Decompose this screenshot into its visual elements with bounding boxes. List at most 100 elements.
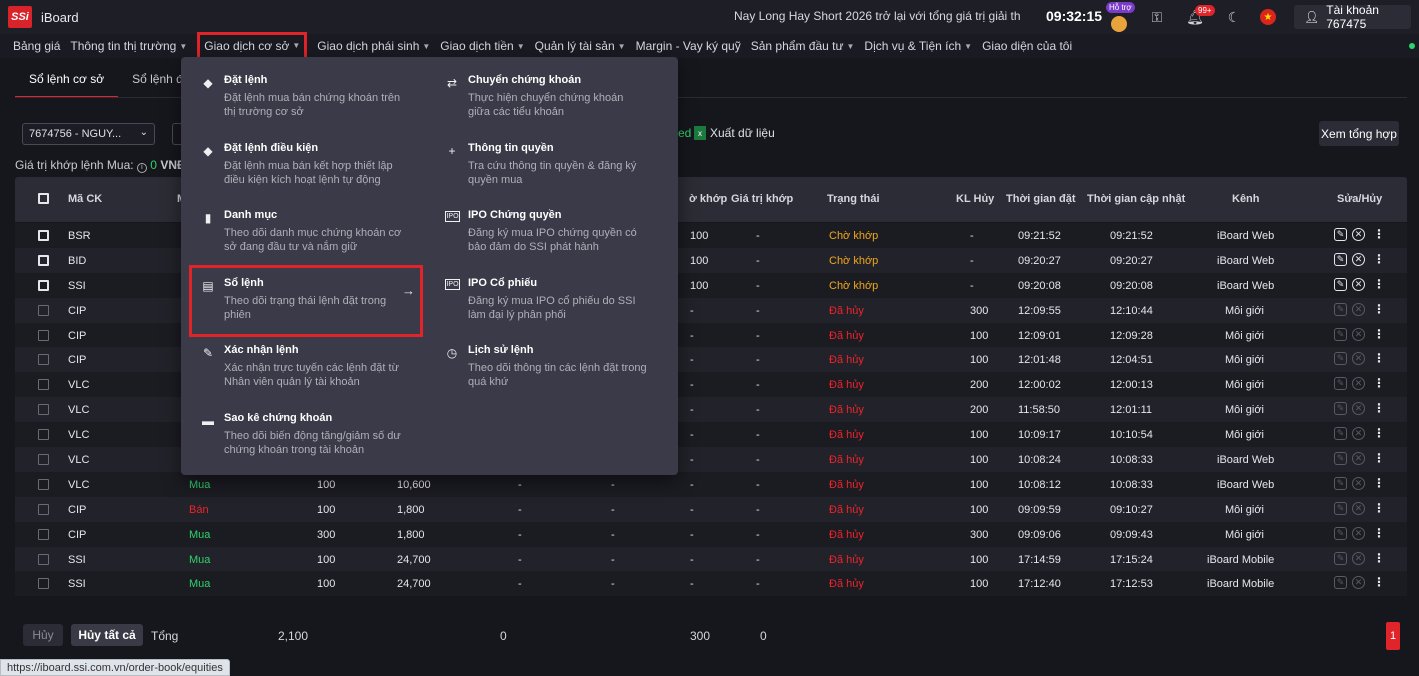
row-checkbox[interactable] xyxy=(38,279,49,291)
menu-item-place-order[interactable]: ◆ Đặt lệnh Đặt lệnh mua bán chứng khoán tr… xyxy=(201,74,431,122)
col-pending-qty[interactable]: ờ khớp xyxy=(689,193,727,205)
row-checkbox[interactable] xyxy=(38,354,49,366)
cell-channel: Môi giới xyxy=(1225,379,1264,392)
cell-status: Đã hủy xyxy=(829,379,864,392)
ssi-logo[interactable]: SSi xyxy=(8,6,32,28)
more-options-icon[interactable]: ⋮ xyxy=(1373,401,1385,415)
row-checkbox[interactable] xyxy=(38,329,49,341)
page-1-button[interactable]: 1 xyxy=(1386,622,1400,650)
menu-item-ipo-stock[interactable]: IPO IPO Cổ phiếu Đăng ký mua IPO cổ phiếu … xyxy=(445,277,675,325)
key-icon[interactable]: ⚿ xyxy=(1148,8,1166,26)
row-checkbox[interactable] xyxy=(38,404,49,416)
news-marquee[interactable]: Nay Long Hay Short 2026 trở lại với tổng… xyxy=(734,9,1020,23)
more-options-icon[interactable]: ⋮ xyxy=(1373,351,1385,365)
col-order-time[interactable]: Thời gian đặt xyxy=(1006,193,1076,205)
more-options-icon[interactable]: ⋮ xyxy=(1373,551,1385,565)
row-checkbox[interactable] xyxy=(38,478,49,490)
cancel-order-icon[interactable]: ✕ xyxy=(1352,252,1365,266)
more-options-icon[interactable]: ⋮ xyxy=(1373,376,1385,390)
menu-item-order-history[interactable]: ◷ Lịch sử lệnh Theo dõi thông tin các lệnh… xyxy=(445,344,675,392)
menu-item-ipo-warrant[interactable]: IPO IPO Chứng quyền Đăng ký mua IPO chứng … xyxy=(445,209,675,257)
cancel-button[interactable]: Hủy xyxy=(23,624,63,646)
menu-item-description: Đăng ký mua IPO chứng quyền có bảo đảm d… xyxy=(468,227,637,253)
nav-item-1[interactable]: Thông tin thị trường ▼ xyxy=(70,34,187,58)
col-update-time[interactable]: Thời gian cập nhật xyxy=(1087,193,1185,205)
table-row[interactable]: CIP Mua 300 1,800 - - - - Đã hủy 300 09:09:06 09:09… xyxy=(15,521,1407,547)
nav-item-5[interactable]: Quản lý tài sản ▼ xyxy=(535,34,626,58)
table-row[interactable]: SSI Mua 100 24,700 - - - - Đã hủy 100 17:12:40 17:1… xyxy=(15,571,1407,597)
account-select[interactable]: 7674756 - NGUY... ⌄ xyxy=(22,123,155,145)
cancel-order-icon[interactable]: ✕ xyxy=(1352,277,1365,291)
col-status[interactable]: Trạng thái xyxy=(827,193,880,205)
more-options-icon[interactable]: ⋮ xyxy=(1373,327,1385,341)
menu-item-rights-info[interactable]: + Thông tin quyền Tra cứu thông tin quyền … xyxy=(445,142,675,190)
export-data-button[interactable]: x Xuất dữ liệu xyxy=(694,126,775,140)
row-checkbox[interactable] xyxy=(38,254,49,266)
menu-item-title: Thông tin quyền xyxy=(468,141,554,154)
more-options-icon[interactable]: ⋮ xyxy=(1373,426,1385,440)
export-label: Xuất dữ liệu xyxy=(710,126,775,140)
more-options-icon[interactable]: ⋮ xyxy=(1373,476,1385,490)
menu-item-order-confirm[interactable]: ✎ Xác nhận lệnh Xác nhận trực tuyến các lệ… xyxy=(201,344,431,392)
info-icon[interactable]: i xyxy=(136,163,147,173)
edit-order-icon[interactable]: ✎ xyxy=(1334,252,1347,266)
row-checkbox[interactable] xyxy=(38,454,49,466)
nav-item-7[interactable]: Sản phẩm đầu tư ▼ xyxy=(751,34,855,58)
order-confirm-icon: ✎ xyxy=(202,346,214,360)
more-options-icon[interactable]: ⋮ xyxy=(1373,302,1385,316)
row-checkbox[interactable] xyxy=(38,553,49,565)
edit-order-icon: ✎ xyxy=(1334,402,1347,416)
edit-order-icon[interactable]: ✎ xyxy=(1334,277,1347,291)
account-button[interactable]: 👤︎ Tài khoản 767475 xyxy=(1294,3,1411,31)
more-options-icon[interactable]: ⋮ xyxy=(1373,227,1385,241)
vietnam-flag-icon[interactable]: ★ xyxy=(1260,9,1276,25)
nav-item-3[interactable]: Giao dịch phái sinh ▼ xyxy=(317,34,430,58)
more-options-icon[interactable]: ⋮ xyxy=(1373,526,1385,540)
col-matched-value[interactable]: Giá trị khớp xyxy=(731,193,793,205)
table-row[interactable]: CIP Bán 100 1,800 - - - - Đã hủy 100 09:09:59 09:10… xyxy=(15,496,1407,522)
ipo-stock-icon: IPO xyxy=(445,278,460,290)
cancel-order-icon: ✕ xyxy=(1352,377,1365,391)
more-options-icon[interactable]: ⋮ xyxy=(1373,451,1385,465)
cell-pending-qty: 100 xyxy=(690,230,709,242)
select-all-checkbox[interactable] xyxy=(38,193,49,204)
row-checkbox[interactable] xyxy=(38,379,49,391)
menu-item-stock-transfer[interactable]: ⇄ Chuyển chứng khoán Thực hiện chuyển chứn… xyxy=(445,74,675,122)
table-row[interactable]: VLC Mua 100 10,600 - - - - Đã hủy 100 10:08:12 10:0… xyxy=(15,471,1407,497)
nav-item-9[interactable]: Giao diện của tôi xyxy=(982,34,1072,58)
row-checkbox[interactable] xyxy=(38,230,49,241)
row-checkbox[interactable] xyxy=(38,304,49,316)
table-row[interactable]: SSI Mua 100 24,700 - - - - Đã hủy 100 17:14:59 17:1… xyxy=(15,546,1407,572)
row-checkbox[interactable] xyxy=(38,429,49,441)
cell-channel: iBoard Web xyxy=(1217,279,1275,292)
nav-item-6[interactable]: Margin - Vay ký quỹ xyxy=(636,34,741,58)
menu-item-conditional-order[interactable]: ◆ Đặt lệnh điều kiện Đặt lệnh mua bán kết … xyxy=(201,142,431,190)
menu-item-order-book[interactable]: ▤ Sổ lệnh Theo dõi trạng thái lệnh đặt tro… xyxy=(189,264,423,337)
nav-item-4[interactable]: Giao dịch tiền ▼ xyxy=(440,34,524,58)
menu-item-portfolio[interactable]: ▮ Danh mục Theo dõi danh mục chứng khoán c… xyxy=(201,209,431,257)
nav-item-8[interactable]: Dịch vụ & Tiện ích ▼ xyxy=(864,34,972,58)
summary-button[interactable]: Xem tổng hợp xyxy=(1319,121,1399,146)
buy-matched-value: Giá trị khớp lệnh Mua: i 0 VNĐ xyxy=(15,158,186,173)
row-checkbox[interactable] xyxy=(38,578,49,590)
col-symbol[interactable]: Mã CK xyxy=(68,193,102,205)
more-options-icon[interactable]: ⋮ xyxy=(1373,575,1385,589)
cell-cancel-qty: - xyxy=(970,254,974,267)
edit-order-icon[interactable]: ✎ xyxy=(1334,228,1347,241)
row-checkbox[interactable] xyxy=(38,528,49,540)
more-options-icon[interactable]: ⋮ xyxy=(1373,277,1385,291)
col-channel[interactable]: Kênh xyxy=(1232,193,1260,205)
cancel-order-icon[interactable]: ✕ xyxy=(1352,228,1365,241)
col-cancel-qty[interactable]: KL Hủy xyxy=(956,193,994,205)
row-checkbox[interactable] xyxy=(38,503,49,515)
tab-equity-order-book[interactable]: Sổ lệnh cơ sở xyxy=(15,62,119,98)
nav-item-2[interactable]: Giao dịch cơ sở ▼ xyxy=(197,31,308,60)
dark-mode-icon[interactable]: ☾ xyxy=(1225,8,1243,26)
more-options-icon[interactable]: ⋮ xyxy=(1373,252,1385,266)
support-button[interactable]: Hỗ trợ xyxy=(1106,1,1135,33)
more-options-icon[interactable]: ⋮ xyxy=(1373,501,1385,515)
nav-item-0[interactable]: Bảng giá xyxy=(13,34,60,58)
cancel-all-button[interactable]: Hủy tất cả xyxy=(71,624,143,646)
menu-item-statement[interactable]: ▬ Sao kê chứng khoán Theo dõi biến động tă… xyxy=(201,412,431,460)
menu-item-description: Đặt lệnh mua bán kết hợp thiết lập điều … xyxy=(224,159,393,186)
